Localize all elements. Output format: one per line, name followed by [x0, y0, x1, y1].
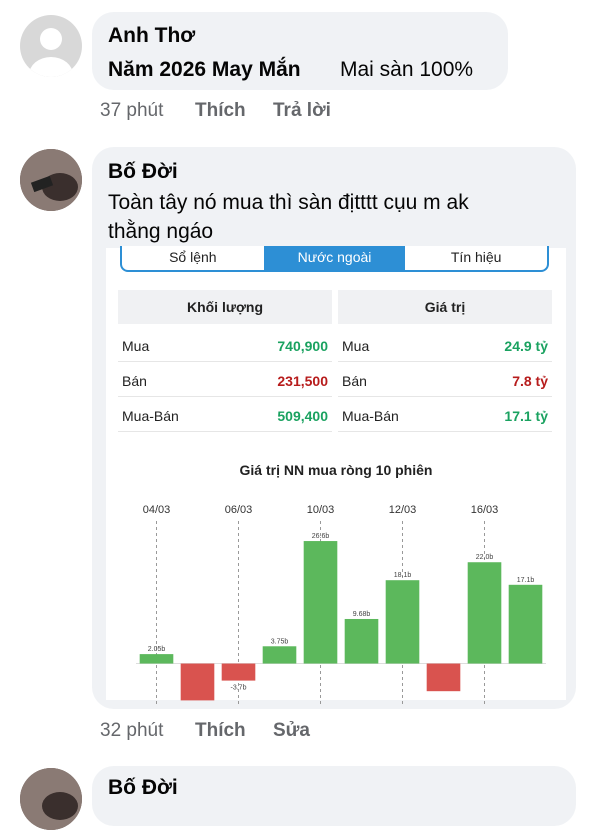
comment-text-line1: Toàn tây nó mua thì sàn địtttt cụu m ak: [108, 191, 469, 214]
value-header: Giá trị: [338, 290, 552, 324]
comment-text-line2: thằng ngáo: [108, 220, 214, 243]
row-value: 24.9 tỷ: [504, 338, 548, 354]
row-value: 7.8 tỷ: [512, 373, 548, 389]
value-row: Bán 7.8 tỷ: [338, 366, 552, 397]
row-value: 740,900: [277, 338, 328, 354]
like-link[interactable]: Thích: [195, 720, 246, 742]
bar-value-label: 9.68b: [353, 611, 371, 618]
person-silhouette-icon: [29, 28, 73, 77]
avatar-user[interactable]: [20, 768, 82, 830]
avatar-photo: [20, 768, 82, 830]
chart-bar: [262, 646, 297, 664]
comment-text-bold: Năm 2026 May Mắn: [108, 58, 301, 81]
chart-bar: [303, 541, 338, 664]
bar-value-label: 26.6b: [312, 533, 330, 540]
row-value: 231,500: [277, 373, 328, 389]
chart-bar: [385, 580, 420, 664]
chart-bar: [508, 584, 543, 664]
avatar-user[interactable]: [20, 149, 82, 211]
row-label: Bán: [122, 373, 147, 389]
volume-row: Mua 740,900: [118, 331, 332, 362]
chart-bar: [344, 618, 379, 664]
like-link[interactable]: Thích: [195, 100, 246, 122]
volume-header: Khối lượng: [118, 290, 332, 324]
x-tick-label: 16/03: [471, 504, 499, 516]
tab-order-book[interactable]: Sổ lệnh: [122, 246, 264, 270]
edit-link[interactable]: Sửa: [273, 720, 310, 742]
chart-bar: [221, 663, 256, 681]
chart-bar: [467, 562, 502, 664]
chart-bar: [426, 663, 461, 692]
comment-text: Mai sàn 100%: [340, 58, 474, 81]
tab-bar: Sổ lệnh Nước ngoài Tín hiệu: [120, 246, 549, 272]
row-label: Mua-Bán: [122, 408, 179, 424]
volume-row: Bán 231,500: [118, 366, 332, 397]
volume-row: Mua-Bán 509,400: [118, 401, 332, 432]
comment-time[interactable]: 32 phút: [100, 720, 163, 742]
bar-value-label: -3.7b: [231, 685, 247, 692]
value-row: Mua-Bán 17.1 tỷ: [338, 401, 552, 432]
row-label: Mua: [122, 338, 150, 354]
avatar-default[interactable]: [20, 15, 82, 77]
row-value: 509,400: [277, 408, 328, 424]
bar-value-label: 17.1b: [517, 577, 535, 584]
net-buy-bar-chart: 04/03 06/03 10/03 12/03 16/03 2.05b -3.7b 3.75b…: [136, 504, 546, 705]
row-label: Bán: [342, 373, 367, 389]
bar-value-label: 2.05b: [148, 646, 166, 653]
chart-bar: [180, 663, 215, 701]
bar-value-label: 3.75b: [271, 638, 289, 645]
reply-link[interactable]: Trả lời: [273, 100, 331, 122]
bar-value-label: 22.0b: [476, 554, 494, 561]
comment-author[interactable]: Bố Đời: [108, 160, 178, 184]
chart-bar: [139, 654, 174, 664]
comment-time[interactable]: 37 phút: [100, 100, 163, 122]
avatar-photo: [20, 149, 82, 211]
x-tick-label: 12/03: [389, 504, 417, 516]
x-tick-label: 10/03: [307, 504, 335, 516]
tab-foreign[interactable]: Nước ngoài: [263, 246, 406, 270]
x-tick-label: 06/03: [225, 504, 253, 516]
value-row: Mua 24.9 tỷ: [338, 331, 552, 362]
bar-value-label: 18.1b: [394, 572, 412, 579]
row-value: 17.1 tỷ: [504, 408, 548, 424]
x-tick-label: 04/03: [143, 504, 171, 516]
row-label: Mua-Bán: [342, 408, 399, 424]
comment-author[interactable]: Bố Đời: [108, 776, 178, 800]
tab-signals[interactable]: Tín hiệu: [405, 246, 547, 270]
comment-author[interactable]: Anh Thơ: [108, 24, 195, 48]
chart-title: Giá trị NN mua ròng 10 phiên: [239, 462, 433, 478]
row-label: Mua: [342, 338, 370, 354]
